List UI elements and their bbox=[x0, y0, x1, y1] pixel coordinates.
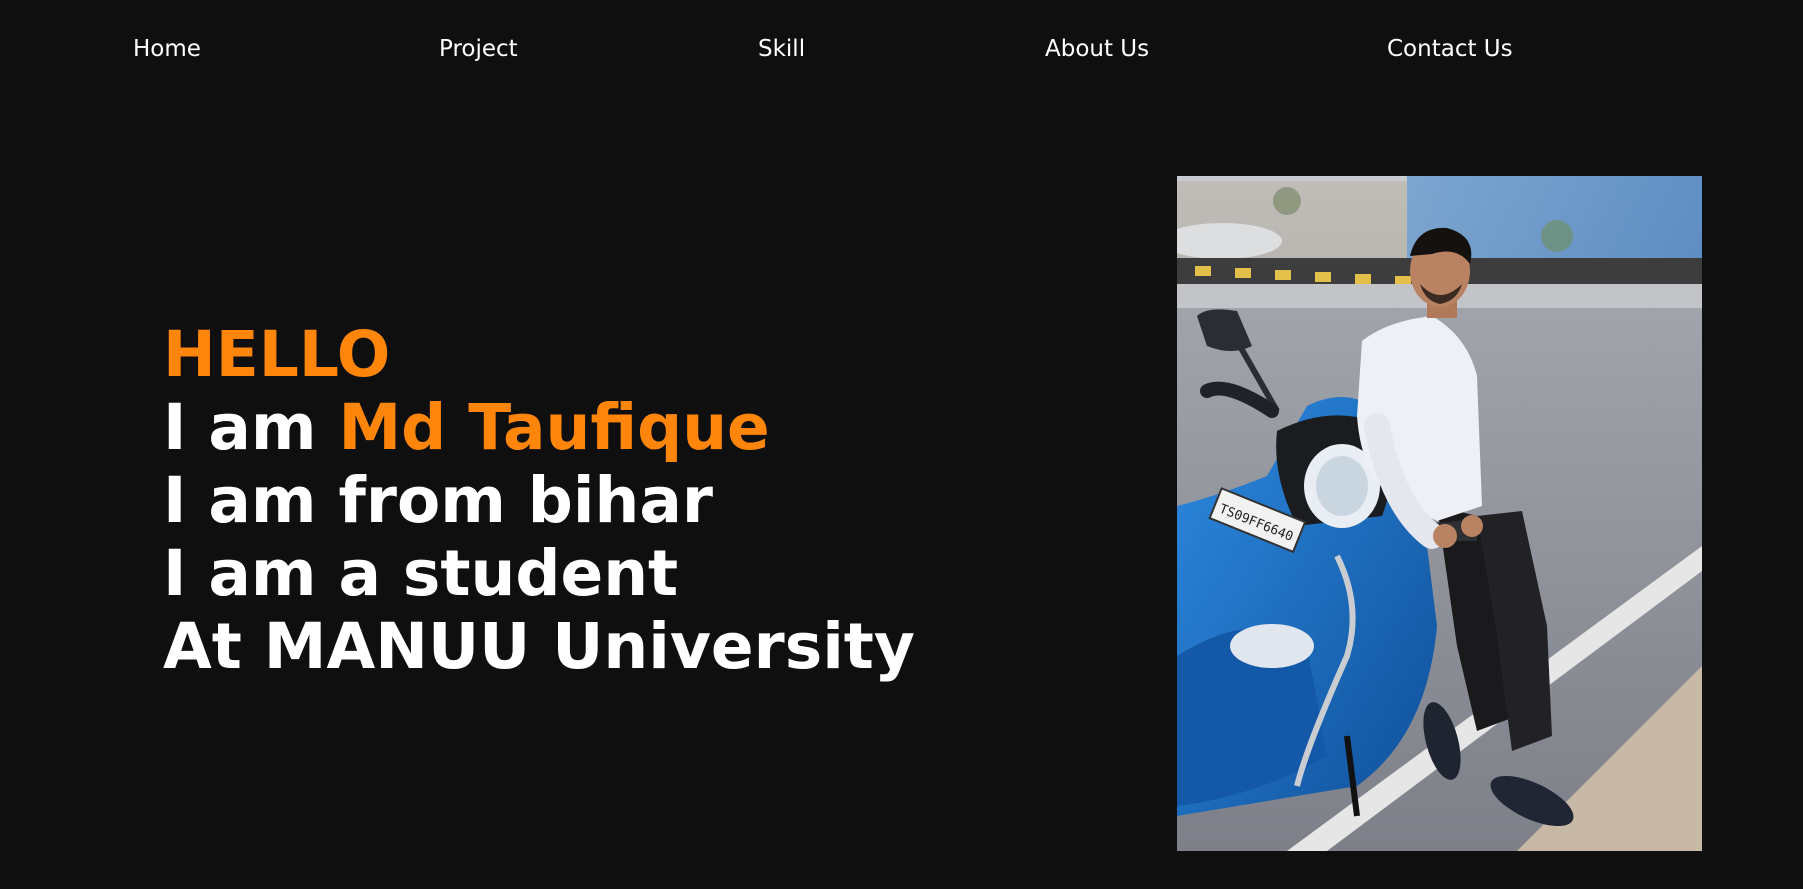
hero-greeting: HELLO bbox=[163, 318, 391, 391]
portfolio-page: Home Project Skill About Us Contact Us H… bbox=[0, 0, 1803, 889]
nav-about-us-link[interactable]: About Us bbox=[1045, 34, 1149, 64]
hero-name-prefix: I am bbox=[163, 391, 339, 464]
nav-home-link[interactable]: Home bbox=[133, 34, 201, 64]
nav-project-link[interactable]: Project bbox=[439, 34, 518, 64]
hero-university-line: At MANUU University bbox=[163, 610, 915, 683]
hero-origin-line: I am from bihar bbox=[163, 464, 713, 537]
hero-intro: HELLO I am Md Taufique I am from bihar I… bbox=[163, 318, 915, 683]
nav-contact-us-link[interactable]: Contact Us bbox=[1387, 34, 1513, 64]
nav-skill-link[interactable]: Skill bbox=[758, 34, 805, 64]
hero-name: Md Taufique bbox=[338, 391, 770, 464]
hero-name-line: I am Md Taufique bbox=[163, 391, 915, 464]
profile-photo-illustration: TS09FF6640 bbox=[1177, 176, 1702, 851]
profile-photo: TS09FF6640 bbox=[1177, 176, 1702, 851]
hero-role-line: I am a student bbox=[163, 537, 679, 610]
